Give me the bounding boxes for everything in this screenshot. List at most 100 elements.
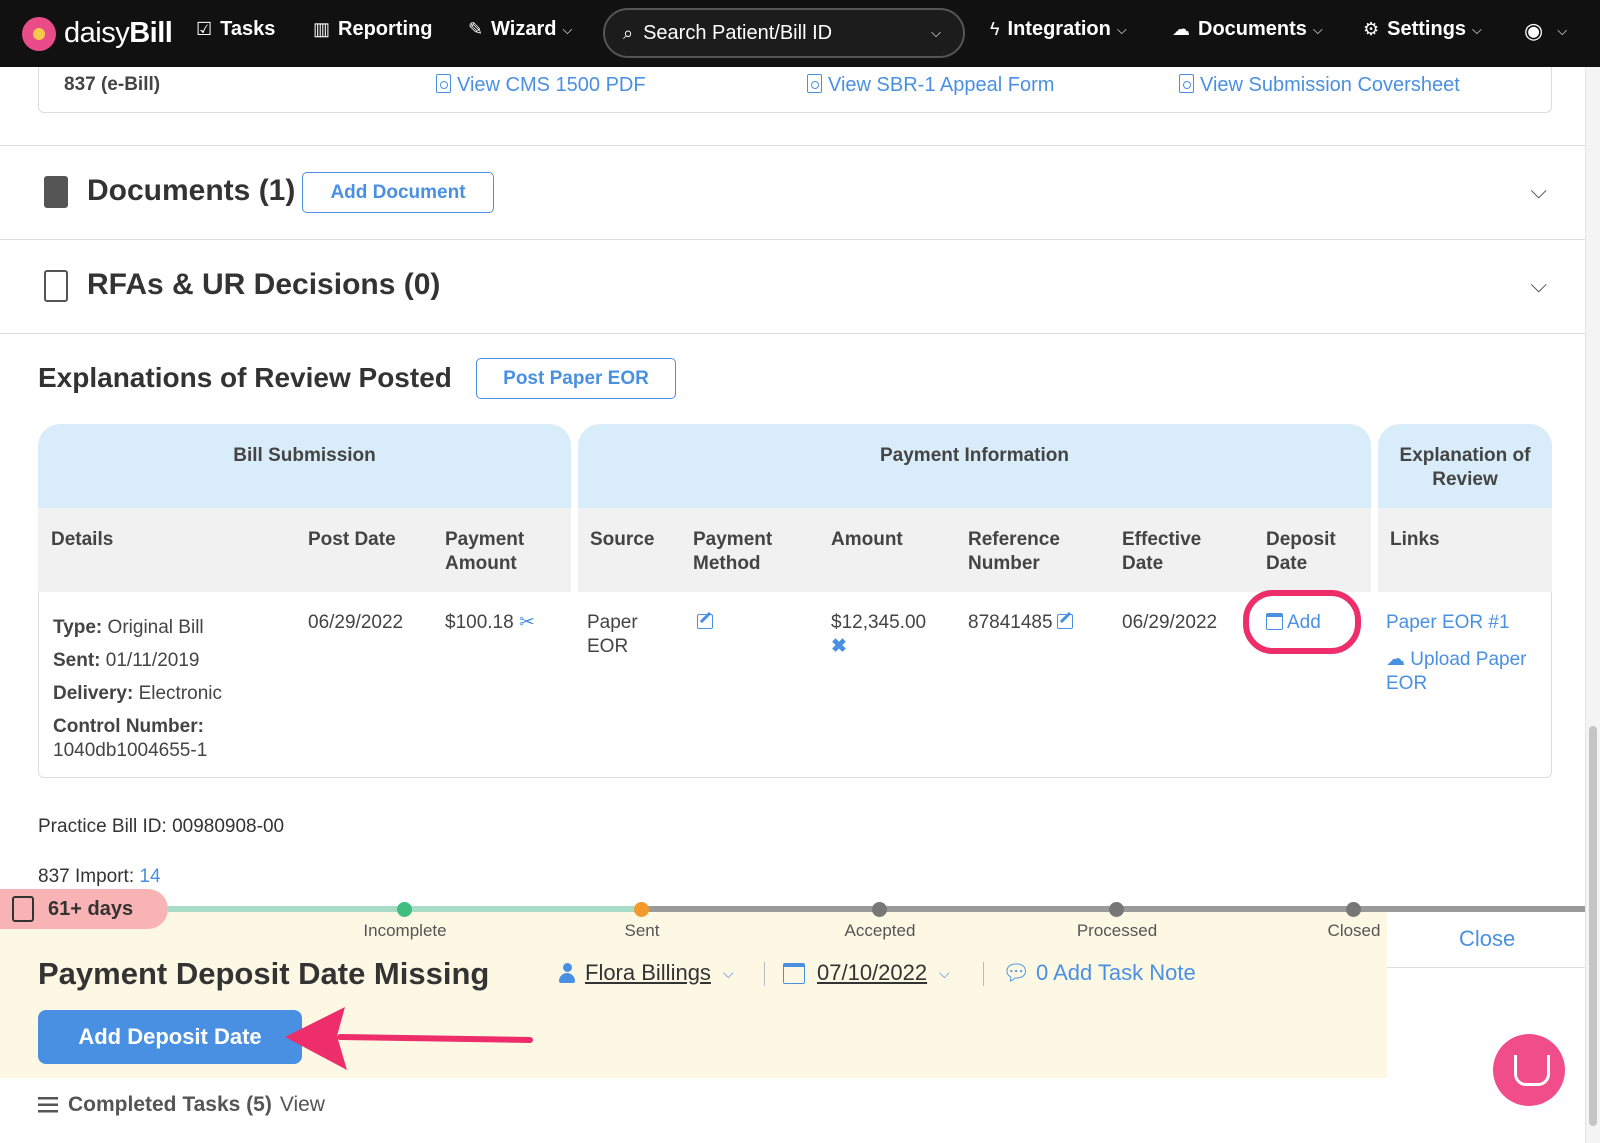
import-line: 837 Import: 14: [38, 866, 161, 888]
list-icon: [38, 1097, 58, 1113]
daisybill-logo[interactable]: daisyBill: [22, 16, 173, 51]
task-assignee-dropdown[interactable]: Flora Billings ⌵: [559, 960, 734, 986]
type-value: Original Bill: [107, 617, 204, 638]
meta-separator: [764, 962, 765, 986]
chevron-down-icon: ⌵: [1557, 23, 1568, 38]
nav-reporting-label: Reporting: [338, 18, 433, 40]
view-cms1500-link[interactable]: View CMS 1500 PDF: [436, 74, 646, 97]
search-input[interactable]: ⌕ Search Patient/Bill ID ⌵: [603, 8, 965, 58]
chevron-down-icon: ⌵: [562, 21, 573, 37]
chevron-down-icon: ⌵: [1312, 21, 1323, 37]
nav-settings-label: Settings: [1387, 18, 1467, 40]
nav-documents[interactable]: ☁ Documents ⌵: [1172, 18, 1323, 41]
cloud-upload-icon: ☁: [1386, 649, 1405, 670]
lightning-bolt-icon: ϟ: [990, 19, 1000, 39]
col-reference-number: Reference Number: [968, 529, 1060, 574]
step-sent-dot: [634, 902, 649, 917]
bill-formats-row: 837 (e-Bill) View CMS 1500 PDF View SBR-…: [38, 67, 1552, 113]
delete-x-icon[interactable]: ✖: [831, 635, 926, 659]
col-links: Links: [1390, 529, 1440, 550]
view-sbr1-label: View SBR-1 Appeal Form: [828, 74, 1055, 96]
top-navbar: daisyBill ☑ Tasks ▥ Reporting ✎ Wizard ⌵ ⌕ S…: [0, 0, 1600, 67]
calendar-icon: [783, 962, 805, 984]
documents-section[interactable]: Documents (1) Add Document ⌵: [0, 145, 1585, 239]
add-task-note-button[interactable]: 💬︎ 0 Add Task Note: [1002, 960, 1196, 986]
upload-paper-eor-link[interactable]: ☁ Upload Paper EOR: [1386, 648, 1536, 696]
nav-settings[interactable]: ⚙ Settings ⌵: [1363, 18, 1482, 41]
eor-title: Explanations of Review Posted: [38, 362, 452, 393]
chevron-down-icon[interactable]: ⌵: [1530, 272, 1547, 298]
sent-value: 01/11/2019: [105, 650, 200, 671]
control-number-value: 1040db1004655-1: [53, 740, 208, 761]
chevron-down-icon: ⌵: [722, 964, 734, 981]
step-accepted-dot: [872, 902, 887, 917]
amount-cell: $12,345.00 ✖: [831, 611, 926, 659]
type-label: Type:: [53, 617, 103, 638]
gear-icon: ⚙: [1363, 19, 1380, 39]
col-deposit-date: Deposit Date: [1266, 529, 1336, 574]
import-label: 837 Import:: [38, 866, 135, 887]
nav-reporting[interactable]: ▥ Reporting: [313, 18, 432, 41]
edit-icon[interactable]: [697, 614, 713, 629]
control-number-label: Control Number:: [53, 716, 204, 737]
user-menu[interactable]: ◉ ⌵: [1524, 18, 1567, 44]
step-sent-label: Sent: [624, 921, 660, 940]
nav-tasks[interactable]: ☑ Tasks: [196, 18, 275, 41]
document-icon: [44, 270, 68, 302]
add-deposit-date-button[interactable]: Add Deposit Date: [38, 1010, 302, 1064]
view-coversheet-link[interactable]: View Submission Coversheet: [1179, 74, 1460, 97]
post-paper-eor-button[interactable]: Post Paper EOR: [476, 358, 676, 399]
col-payment-method: Payment Method: [693, 529, 773, 574]
step-incomplete-label: Incomplete: [363, 921, 447, 940]
pdf-document-icon: [44, 176, 68, 208]
task-age-badge: 61+ days: [0, 889, 168, 929]
chevron-down-icon: ⌵: [1116, 21, 1127, 37]
post-date-value: 06/29/2022: [308, 612, 404, 633]
section-divider: [0, 333, 1585, 334]
paper-eor-link[interactable]: Paper EOR #1: [1386, 611, 1510, 635]
chevron-down-icon: ⌵: [1472, 21, 1482, 37]
delivery-value: Electronic: [138, 683, 222, 704]
nav-tasks-label: Tasks: [220, 18, 276, 40]
pdf-file-icon: [1179, 74, 1194, 93]
scissors-icon[interactable]: ✂: [519, 612, 535, 633]
clipboard-check-icon: ☑: [196, 19, 213, 39]
magic-wand-icon: ✎: [468, 19, 484, 39]
scrollbar-thumb[interactable]: [1589, 726, 1597, 1126]
step-incomplete-dot: [397, 902, 412, 917]
step-closed-dot: [1346, 902, 1361, 917]
rfas-title: RFAs & UR Decisions (0): [87, 268, 441, 301]
rfas-section[interactable]: RFAs & UR Decisions (0) ⌵: [0, 239, 1585, 333]
nav-documents-label: Documents: [1198, 18, 1307, 40]
close-task-panel-button[interactable]: Close: [1459, 926, 1515, 952]
user-circle-icon: ◉: [1524, 18, 1544, 43]
view-coversheet-label: View Submission Coversheet: [1200, 74, 1460, 96]
col-effective-date: Effective Date: [1122, 529, 1202, 574]
completed-tasks-row[interactable]: Completed Tasks (5) View: [38, 1093, 325, 1117]
payment-method-cell: [693, 611, 713, 635]
details-cell: Type: Original Bill Sent: 01/11/2019 Del…: [53, 611, 222, 763]
import-link[interactable]: 14: [139, 866, 160, 887]
view-sbr1-link[interactable]: View SBR-1 Appeal Form: [807, 74, 1054, 97]
pointer-arrow-annotation: [285, 1007, 533, 1070]
nav-wizard[interactable]: ✎ Wizard ⌵: [468, 18, 572, 41]
nav-integration[interactable]: ϟ Integration ⌵: [990, 18, 1127, 41]
step-processed-label: Processed: [1076, 921, 1158, 940]
daisy-flower-icon: [22, 16, 56, 51]
brand-bill: Bill: [129, 17, 173, 49]
chevron-down-icon[interactable]: ⌵: [1530, 178, 1547, 204]
group-bill-submission: Bill Submission: [38, 424, 571, 508]
chat-support-icon[interactable]: [1493, 1034, 1565, 1106]
edit-icon[interactable]: [1056, 614, 1073, 629]
sent-label: Sent:: [53, 650, 101, 671]
task-due-date-dropdown[interactable]: 07/10/2022 ⌵: [783, 960, 950, 986]
step-processed-dot: [1109, 902, 1124, 917]
payment-amount-cell: $100.18 ✂: [445, 611, 535, 635]
delivery-label: Delivery:: [53, 683, 134, 704]
completed-tasks-view-link[interactable]: View: [280, 1093, 325, 1117]
format-label: 837 (e-Bill): [64, 74, 161, 95]
group-payment-information: Payment Information: [578, 424, 1371, 508]
cloud-upload-icon: ☁: [1172, 19, 1190, 39]
nav-integration-label: Integration: [1007, 18, 1111, 40]
add-document-button[interactable]: Add Document: [302, 172, 494, 213]
